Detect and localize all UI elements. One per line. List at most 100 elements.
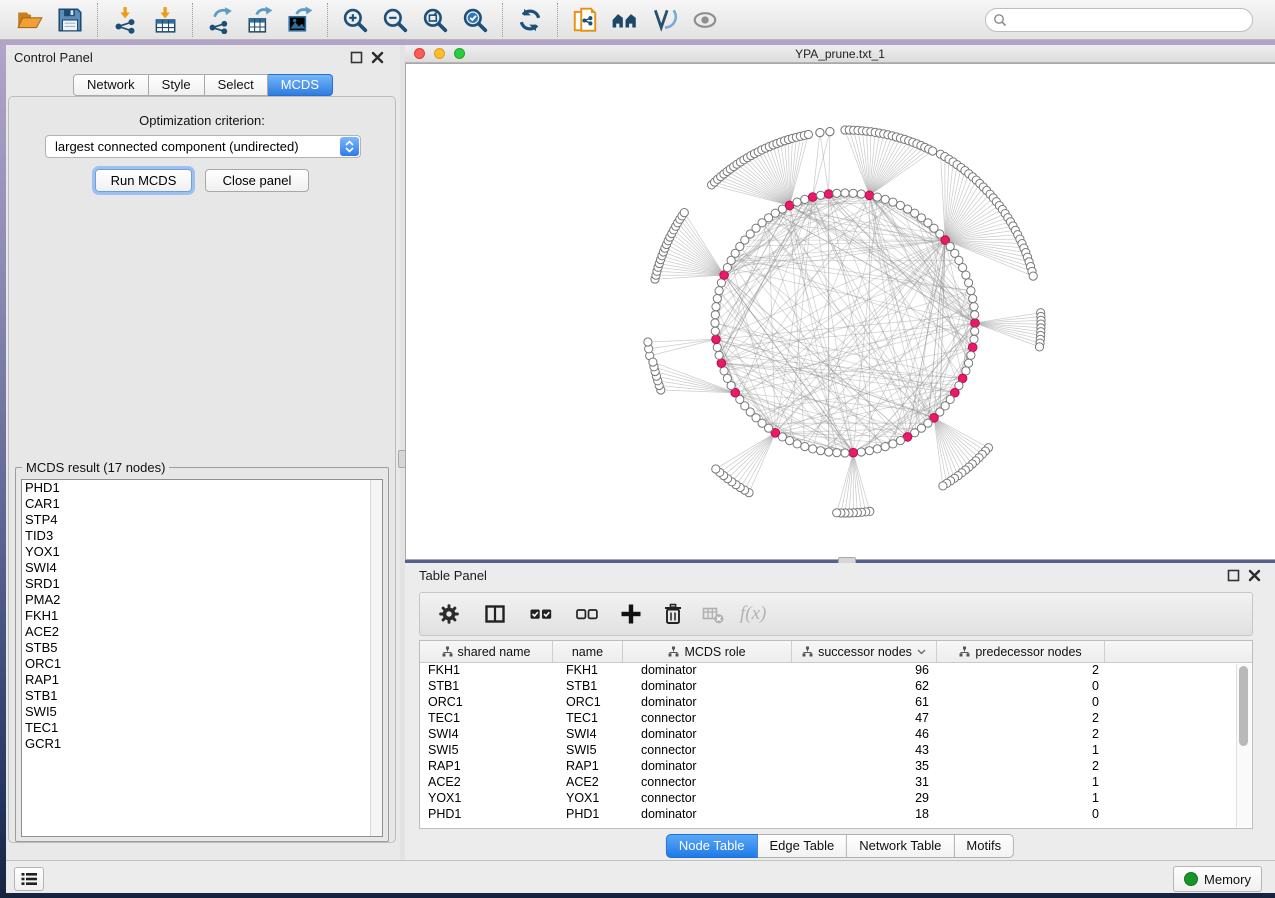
zoom-selected-icon[interactable]	[461, 6, 489, 34]
table-cell[interactable]: SWI4	[553, 727, 623, 743]
table-scrollbar[interactable]	[1236, 664, 1251, 827]
apply-layout-refresh-icon[interactable]	[516, 6, 544, 34]
mcds-result-node[interactable]: YOX1	[22, 544, 382, 560]
mcds-result-node[interactable]: CAR1	[22, 496, 382, 512]
table-cell[interactable]: STB1	[553, 679, 623, 695]
table-cell[interactable]: 0	[937, 679, 1105, 695]
column-header-shared-name[interactable]: shared name	[420, 641, 553, 662]
hide-node-labels-icon[interactable]	[651, 6, 679, 34]
table-cell[interactable]: 47	[792, 711, 937, 727]
close-panel-icon[interactable]	[1248, 569, 1261, 582]
settings-gear-icon[interactable]	[438, 603, 460, 625]
table-row[interactable]: STB1STB1dominator620	[420, 679, 1252, 695]
run-mcds-button[interactable]: Run MCDS	[95, 169, 192, 192]
toggle-columns-icon[interactable]	[484, 603, 506, 625]
table-cell[interactable]: 61	[792, 695, 937, 711]
zoom-out-icon[interactable]	[381, 6, 409, 34]
network-canvas[interactable]: .e{stroke:#8f8f8f;stroke-width:.8;opacit…	[405, 63, 1275, 560]
mcds-result-node[interactable]: ORC1	[22, 656, 382, 672]
table-cell[interactable]: TEC1	[420, 711, 553, 727]
export-image-icon[interactable]	[286, 6, 314, 34]
table-cell[interactable]: PHD1	[420, 807, 553, 823]
table-row[interactable]: ACE2ACE2connector311	[420, 775, 1252, 791]
table-cell[interactable]: 62	[792, 679, 937, 695]
mcds-result-node[interactable]: PHD1	[22, 480, 382, 496]
criterion-dropdown[interactable]: largest connected component (undirected)	[45, 135, 361, 158]
mcds-result-node[interactable]: SWI5	[22, 704, 382, 720]
table-cell[interactable]: connector	[623, 711, 792, 727]
table-cell[interactable]: FKH1	[420, 663, 553, 679]
network-search-field[interactable]	[985, 8, 1253, 32]
float-window-icon[interactable]	[1227, 569, 1240, 582]
table-cell[interactable]: 2	[937, 727, 1105, 743]
column-header-predecessor-nodes[interactable]: predecessor nodes	[937, 641, 1105, 662]
mcds-result-node[interactable]: FKH1	[22, 608, 382, 624]
table-cell[interactable]: YOX1	[553, 791, 623, 807]
table-cell[interactable]: 2	[937, 759, 1105, 775]
table-cell[interactable]: YOX1	[420, 791, 553, 807]
mcds-result-node[interactable]: STB5	[22, 640, 382, 656]
mcds-result-node[interactable]: STB1	[22, 688, 382, 704]
tab-edge-table[interactable]: Edge Table	[757, 834, 847, 858]
mcds-result-node[interactable]: PMA2	[22, 592, 382, 608]
float-window-icon[interactable]	[350, 51, 363, 64]
search-input[interactable]	[1007, 10, 1252, 30]
table-cell[interactable]: SWI5	[553, 743, 623, 759]
show-graphics-details-eye-icon[interactable]	[691, 6, 719, 34]
mcds-result-node[interactable]: GCR1	[22, 736, 382, 752]
table-row[interactable]: SWI4SWI4dominator462	[420, 727, 1252, 743]
table-cell[interactable]: dominator	[623, 663, 792, 679]
import-network-icon[interactable]	[111, 6, 139, 34]
export-table-icon[interactable]	[246, 6, 274, 34]
table-cell[interactable]: ORC1	[420, 695, 553, 711]
mcds-result-node[interactable]: SRD1	[22, 576, 382, 592]
table-cell[interactable]: 1	[937, 743, 1105, 759]
mcds-result-node[interactable]: TID3	[22, 528, 382, 544]
tab-motifs[interactable]: Motifs	[954, 834, 1014, 858]
column-header-name[interactable]: name	[553, 641, 623, 662]
delete-column-trash-icon[interactable]	[662, 603, 684, 625]
export-network-icon[interactable]	[206, 6, 234, 34]
table-cell[interactable]: dominator	[623, 679, 792, 695]
table-cell[interactable]: 18	[792, 807, 937, 823]
table-cell[interactable]: 2	[937, 711, 1105, 727]
table-cell[interactable]: connector	[623, 743, 792, 759]
table-cell[interactable]: FKH1	[553, 663, 623, 679]
column-header-successor-nodes[interactable]: successor nodes	[792, 641, 937, 662]
table-row[interactable]: TEC1TEC1connector472	[420, 711, 1252, 727]
mcds-result-node[interactable]: SWI4	[22, 560, 382, 576]
select-all-rows-icon[interactable]	[530, 603, 552, 625]
table-row[interactable]: ORC1ORC1dominator610	[420, 695, 1252, 711]
table-row[interactable]: PHD1PHD1dominator180	[420, 807, 1252, 823]
network-window-titlebar[interactable]: YPA_prune.txt_1	[405, 45, 1275, 63]
table-cell[interactable]: STB1	[420, 679, 553, 695]
table-cell[interactable]: dominator	[623, 807, 792, 823]
tab-node-table[interactable]: Node Table	[666, 834, 758, 858]
add-column-icon[interactable]	[620, 603, 642, 625]
table-cell[interactable]: 46	[792, 727, 937, 743]
tab-network[interactable]: Network	[73, 74, 149, 96]
table-row[interactable]: FKH1FKH1dominator962	[420, 663, 1252, 679]
close-panel-icon[interactable]	[371, 51, 384, 64]
tab-select[interactable]: Select	[205, 74, 268, 96]
table-cell[interactable]: PHD1	[553, 807, 623, 823]
import-table-icon[interactable]	[151, 6, 179, 34]
mcds-result-node[interactable]: ACE2	[22, 624, 382, 640]
tab-mcds[interactable]: MCDS	[268, 74, 333, 96]
table-row[interactable]: SWI5SWI5connector431	[420, 743, 1252, 759]
mcds-result-node[interactable]: RAP1	[22, 672, 382, 688]
task-history-button[interactable]	[14, 867, 44, 891]
table-cell[interactable]: ORC1	[553, 695, 623, 711]
table-cell[interactable]: SWI5	[420, 743, 553, 759]
memory-button[interactable]: Memory	[1173, 866, 1262, 892]
zoom-in-icon[interactable]	[341, 6, 369, 34]
mcds-result-node[interactable]: STP4	[22, 512, 382, 528]
save-session-icon[interactable]	[56, 6, 84, 34]
table-cell[interactable]: 0	[937, 695, 1105, 711]
table-cell[interactable]: ACE2	[420, 775, 553, 791]
table-cell[interactable]: dominator	[623, 759, 792, 775]
table-cell[interactable]: 1	[937, 791, 1105, 807]
close-panel-button[interactable]: Close panel	[205, 169, 309, 192]
table-cell[interactable]: 29	[792, 791, 937, 807]
clone-network-icon[interactable]	[571, 6, 599, 34]
